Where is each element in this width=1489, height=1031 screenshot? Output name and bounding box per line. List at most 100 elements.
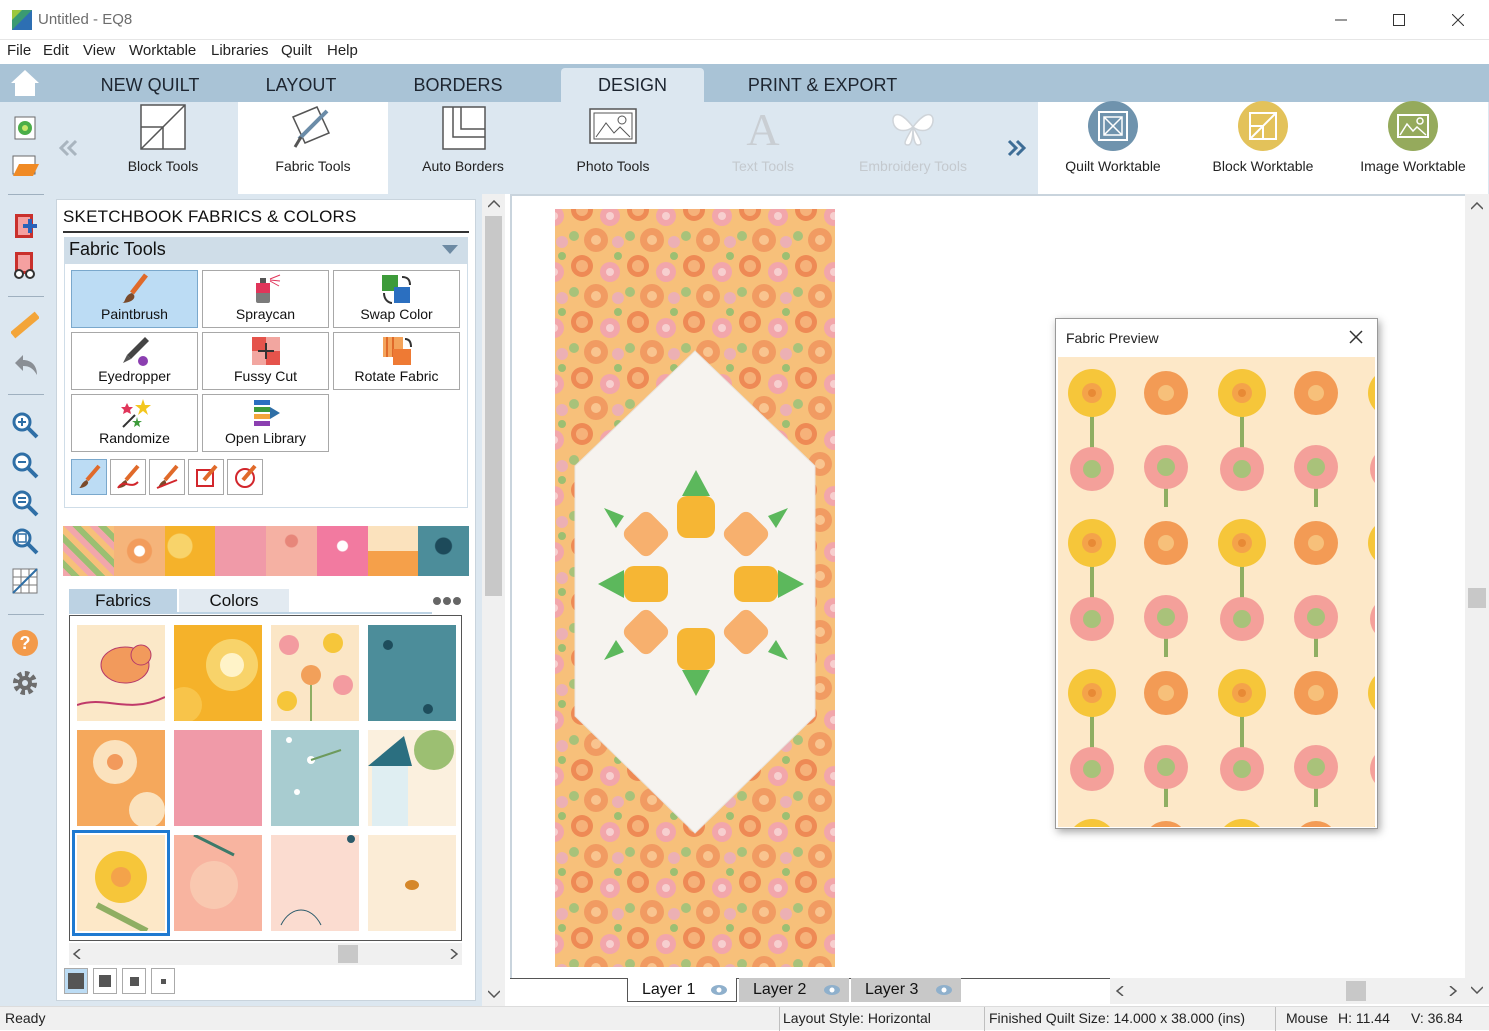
maximize-button[interactable] bbox=[1370, 0, 1428, 40]
eyedropper-tool[interactable]: Eyedropper bbox=[71, 332, 198, 390]
measure-button[interactable] bbox=[10, 310, 40, 340]
fabric-swatch[interactable] bbox=[174, 625, 262, 721]
ribbon-auto-borders[interactable]: Auto Borders bbox=[388, 102, 538, 194]
ribbon-text-tools[interactable]: A Text Tools bbox=[688, 102, 838, 194]
swatch[interactable] bbox=[113, 526, 165, 576]
grid-button[interactable] bbox=[10, 566, 40, 596]
open-library-tool[interactable]: Open Library bbox=[202, 394, 329, 452]
brush-mode-line[interactable] bbox=[149, 459, 185, 495]
eye-icon[interactable] bbox=[935, 984, 953, 996]
brush-mode-square[interactable] bbox=[188, 459, 224, 495]
eye-icon[interactable] bbox=[710, 984, 728, 996]
canvas-horizontal-scrollbar[interactable] bbox=[1110, 978, 1465, 1004]
swatch[interactable] bbox=[367, 526, 419, 576]
fabric-grid-scrollbar[interactable] bbox=[69, 943, 462, 965]
thumb-size-large[interactable] bbox=[64, 968, 88, 994]
fabric-swatch[interactable] bbox=[174, 730, 262, 826]
fabric-swatch[interactable] bbox=[271, 835, 359, 931]
close-icon[interactable] bbox=[1349, 330, 1363, 344]
eye-icon[interactable] bbox=[823, 984, 841, 996]
scroll-up-icon[interactable] bbox=[488, 200, 500, 208]
fabric-swatch[interactable] bbox=[271, 730, 359, 826]
tab-print-export[interactable]: PRINT & EXPORT bbox=[740, 68, 905, 102]
tab-colors[interactable]: Colors bbox=[179, 589, 289, 613]
ribbon-block-tools[interactable]: Block Tools bbox=[88, 102, 238, 194]
swatch[interactable] bbox=[164, 526, 216, 576]
thumb-size-medium[interactable] bbox=[93, 968, 117, 994]
thumb-size-tiny[interactable] bbox=[151, 968, 175, 994]
zoom-in-button[interactable] bbox=[10, 410, 40, 440]
brush-mode-patch[interactable] bbox=[71, 459, 107, 495]
menu-help[interactable]: Help bbox=[327, 42, 358, 59]
swap-color-tool[interactable]: Swap Color bbox=[333, 270, 460, 328]
layer-tab-3[interactable]: Layer 3 bbox=[851, 978, 961, 1002]
fabric-swatch-selected[interactable] bbox=[72, 830, 170, 936]
scroll-thumb[interactable] bbox=[1346, 981, 1366, 1001]
undo-button[interactable] bbox=[10, 350, 40, 380]
scroll-up-icon[interactable] bbox=[1471, 202, 1483, 210]
ribbon-fabric-tools[interactable]: Fabric Tools bbox=[238, 102, 388, 194]
add-to-sketchbook-button[interactable] bbox=[10, 212, 40, 242]
zoom-out-button[interactable] bbox=[10, 450, 40, 480]
zoom-fit-button[interactable] bbox=[10, 488, 40, 518]
fabric-preview-window[interactable]: Fabric Preview bbox=[1055, 318, 1378, 829]
scroll-left-icon[interactable] bbox=[1116, 986, 1124, 996]
fabric-swatch[interactable] bbox=[368, 835, 456, 931]
settings-button[interactable] bbox=[10, 668, 40, 698]
menu-view[interactable]: View bbox=[83, 42, 115, 59]
tab-layout[interactable]: LAYOUT bbox=[232, 68, 370, 102]
ribbon-scroll-right-button[interactable] bbox=[1005, 136, 1029, 160]
panel-scrollbar[interactable] bbox=[482, 194, 505, 1008]
layer-tab-1[interactable]: Layer 1 bbox=[627, 978, 737, 1002]
brush-mode-curve[interactable] bbox=[110, 459, 146, 495]
home-button[interactable] bbox=[0, 64, 50, 102]
zoom-window-button[interactable] bbox=[10, 526, 40, 556]
swatch[interactable] bbox=[63, 526, 114, 576]
fussy-cut-tool[interactable]: Fussy Cut bbox=[202, 332, 329, 390]
new-project-button[interactable] bbox=[10, 112, 40, 142]
ribbon-embroidery-tools[interactable]: Embroidery Tools bbox=[838, 102, 988, 194]
block-worktable-button[interactable]: Block Worktable bbox=[1188, 101, 1338, 194]
scroll-thumb[interactable] bbox=[1468, 588, 1486, 608]
scroll-down-icon[interactable] bbox=[1471, 986, 1483, 994]
image-worktable-button[interactable]: Image Worktable bbox=[1338, 101, 1488, 194]
menu-worktable[interactable]: Worktable bbox=[129, 42, 196, 59]
close-window-button[interactable] bbox=[1429, 0, 1487, 40]
swatch[interactable] bbox=[316, 526, 368, 576]
fabric-swatch[interactable] bbox=[271, 625, 359, 721]
swatch[interactable] bbox=[418, 526, 469, 576]
fabric-swatch[interactable] bbox=[77, 730, 165, 826]
more-options-icon[interactable] bbox=[432, 596, 462, 606]
tab-borders[interactable]: BORDERS bbox=[386, 68, 530, 102]
tab-new-quilt[interactable]: NEW QUILT bbox=[78, 68, 222, 102]
paintbrush-tool[interactable]: Paintbrush bbox=[71, 270, 198, 328]
fabric-swatch[interactable] bbox=[77, 625, 165, 721]
minimize-button[interactable] bbox=[1312, 0, 1370, 40]
view-sketchbook-button[interactable] bbox=[10, 250, 40, 280]
tab-design[interactable]: DESIGN bbox=[561, 68, 704, 102]
rotate-fabric-tool[interactable]: Rotate Fabric bbox=[333, 332, 460, 390]
menu-quilt[interactable]: Quilt bbox=[281, 42, 312, 59]
swatch[interactable] bbox=[266, 526, 317, 576]
swatch[interactable] bbox=[215, 526, 266, 576]
tab-fabrics[interactable]: Fabrics bbox=[69, 589, 177, 613]
help-button[interactable]: ? bbox=[10, 628, 40, 658]
fabric-tools-header[interactable]: Fabric Tools bbox=[64, 237, 468, 263]
scroll-left-icon[interactable] bbox=[73, 949, 81, 959]
menu-edit[interactable]: Edit bbox=[43, 42, 69, 59]
canvas-vertical-scrollbar[interactable] bbox=[1465, 194, 1489, 1004]
fabric-swatch[interactable] bbox=[174, 835, 262, 931]
ribbon-photo-tools[interactable]: Photo Tools bbox=[538, 102, 688, 194]
layer-tab-2[interactable]: Layer 2 bbox=[739, 978, 849, 1002]
thumb-size-small[interactable] bbox=[122, 968, 146, 994]
scroll-thumb[interactable] bbox=[485, 216, 502, 596]
randomize-tool[interactable]: Randomize bbox=[71, 394, 198, 452]
scroll-right-icon[interactable] bbox=[1449, 986, 1457, 996]
quilt-worktable-button[interactable]: Quilt Worktable bbox=[1038, 101, 1188, 194]
ribbon-scroll-left-button[interactable] bbox=[56, 136, 80, 160]
scroll-thumb[interactable] bbox=[338, 945, 358, 963]
menu-libraries[interactable]: Libraries bbox=[211, 42, 269, 59]
spraycan-tool[interactable]: Spraycan bbox=[202, 270, 329, 328]
menu-file[interactable]: File bbox=[7, 42, 31, 59]
open-project-button[interactable] bbox=[10, 150, 40, 180]
